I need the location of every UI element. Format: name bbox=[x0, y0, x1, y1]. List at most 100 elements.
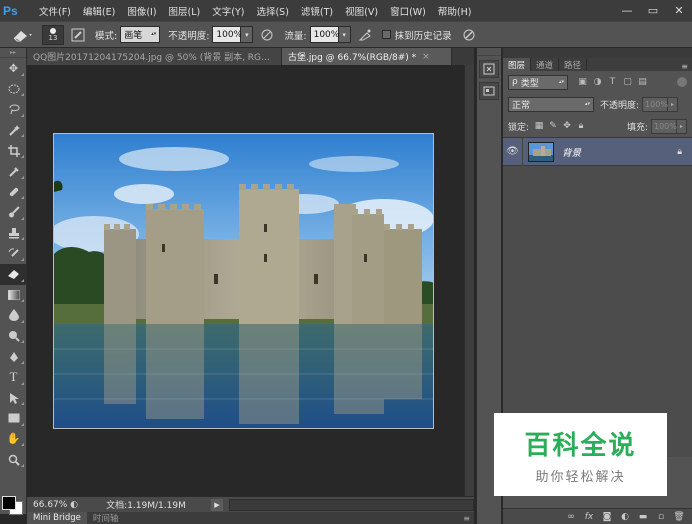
clone-stamp-tool[interactable] bbox=[0, 223, 27, 244]
flow-input[interactable]: 100% bbox=[309, 26, 339, 43]
mode-select[interactable]: 画笔 bbox=[120, 26, 161, 43]
toolbar-grip[interactable]: ▸▸ bbox=[0, 48, 26, 58]
watermark-badge: 百科全说 助你轻松解决 bbox=[494, 413, 667, 496]
dock-grip[interactable] bbox=[477, 48, 501, 56]
type-tool[interactable]: T bbox=[0, 367, 27, 388]
lock-position-icon[interactable]: ✥ bbox=[560, 119, 574, 133]
new-layer-icon[interactable]: ▫ bbox=[652, 512, 670, 522]
layer-filter-select[interactable]: ρ 类型 bbox=[508, 74, 568, 90]
foreground-color-swatch[interactable] bbox=[2, 496, 16, 510]
menu-image[interactable]: 图像(I) bbox=[121, 4, 162, 18]
healing-brush-tool[interactable] bbox=[0, 182, 27, 203]
zoom-level[interactable]: 66.67% bbox=[27, 500, 67, 510]
layer-thumbnail[interactable] bbox=[528, 141, 554, 162]
vertical-scrollbar[interactable] bbox=[464, 65, 474, 496]
path-selection-tool[interactable] bbox=[0, 388, 27, 409]
crop-tool[interactable] bbox=[0, 140, 27, 161]
layers-panel-menu-icon[interactable]: ≡ bbox=[681, 62, 692, 71]
menu-view[interactable]: 视图(V) bbox=[339, 4, 384, 18]
tool-preset-picker[interactable] bbox=[6, 26, 38, 44]
hand-tool[interactable]: ✋ bbox=[0, 429, 27, 450]
filter-type-label: 类型 bbox=[520, 78, 539, 89]
close-button[interactable]: ✕ bbox=[666, 0, 692, 21]
lock-all-icon[interactable]: 🔒︎ bbox=[574, 119, 588, 133]
menu-window[interactable]: 窗口(W) bbox=[384, 4, 432, 18]
filter-shape-icon[interactable]: ▢ bbox=[621, 76, 634, 89]
filter-pixel-icon[interactable]: ▣ bbox=[576, 76, 589, 89]
brush-size-picker[interactable]: 13 bbox=[42, 24, 64, 45]
layer-opacity-arrow[interactable]: ▸ bbox=[668, 96, 679, 112]
visibility-eye-icon[interactable]: 👁︎ bbox=[503, 137, 523, 166]
color-swatches[interactable] bbox=[2, 492, 26, 515]
filter-toggle-icon[interactable] bbox=[677, 77, 687, 87]
brush-tool[interactable] bbox=[0, 202, 27, 223]
menu-select[interactable]: 选择(S) bbox=[250, 4, 294, 18]
airbrush-button[interactable] bbox=[356, 26, 374, 44]
history-panel-button[interactable] bbox=[479, 60, 499, 78]
filter-adjustment-icon[interactable]: ◑ bbox=[591, 76, 604, 89]
tab-paths[interactable]: 路径 bbox=[559, 58, 588, 71]
blur-tool[interactable] bbox=[0, 305, 27, 326]
zoom-tool[interactable] bbox=[0, 449, 27, 470]
tab-layers[interactable]: 图层 bbox=[503, 58, 532, 71]
add-mask-icon[interactable]: ◙ bbox=[598, 512, 616, 522]
menu-layer[interactable]: 图层(L) bbox=[163, 4, 207, 18]
canvas-area[interactable] bbox=[27, 65, 464, 496]
panel-menu-icon[interactable]: ≡ bbox=[463, 514, 470, 523]
layer-opacity-input[interactable]: 100% bbox=[642, 96, 669, 112]
delete-layer-icon[interactable]: 🗑︎ bbox=[670, 512, 688, 522]
tab-channels[interactable]: 通道 bbox=[531, 58, 560, 71]
opacity-input[interactable]: 100% bbox=[212, 26, 242, 43]
castle-photo[interactable] bbox=[53, 133, 434, 429]
filter-smart-object-icon[interactable]: ▤ bbox=[636, 76, 649, 89]
lock-image-pixels-icon[interactable]: ✎ bbox=[546, 119, 560, 133]
move-tool[interactable]: ✥ bbox=[0, 58, 27, 79]
brush-panel-toggle[interactable] bbox=[69, 26, 87, 44]
tab-mini-bridge[interactable]: Mini Bridge bbox=[27, 512, 87, 524]
status-bar: 66.67% ◐ 文档:1.19M/1.19M ▶ bbox=[27, 496, 474, 512]
blend-mode-select[interactable]: 正常 bbox=[508, 96, 594, 112]
status-menu-arrow[interactable]: ▶ bbox=[211, 498, 223, 511]
gradient-tool[interactable] bbox=[0, 285, 27, 306]
menu-edit[interactable]: 编辑(E) bbox=[77, 4, 121, 18]
history-brush-tool[interactable] bbox=[0, 243, 27, 264]
new-group-icon[interactable]: ▬ bbox=[634, 512, 652, 522]
restore-button[interactable]: ▭ bbox=[640, 0, 666, 21]
tab-qq-image[interactable]: QQ图片20171204175204.jpg @ 50% (背景 副本, RGB… bbox=[27, 48, 282, 65]
magic-wand-tool[interactable] bbox=[0, 120, 27, 141]
pen-tool[interactable] bbox=[0, 346, 27, 367]
properties-panel-button[interactable] bbox=[479, 82, 499, 100]
eyedropper-tool[interactable] bbox=[0, 161, 27, 182]
fill-arrow[interactable]: ▸ bbox=[677, 118, 687, 134]
eraser-tool[interactable] bbox=[0, 263, 27, 285]
layer-name[interactable]: 背景 bbox=[562, 145, 581, 159]
flow-dropdown-arrow[interactable]: ▾ bbox=[338, 26, 351, 43]
stamp-icon bbox=[8, 228, 19, 239]
layer-lock-icon: 🔒︎ bbox=[677, 146, 682, 157]
fill-input[interactable]: 100% bbox=[651, 118, 677, 134]
pressure-size-button[interactable] bbox=[460, 26, 478, 44]
lock-transparent-pixels-icon[interactable]: ▦ bbox=[532, 119, 546, 133]
adjustment-layer-icon[interactable]: ◐ bbox=[616, 512, 634, 522]
tab-timeline[interactable]: 时间轴 bbox=[87, 512, 125, 524]
shape-tool[interactable] bbox=[0, 408, 27, 429]
menu-help[interactable]: 帮助(H) bbox=[432, 4, 478, 18]
dodge-tool[interactable] bbox=[0, 326, 27, 347]
menu-filter[interactable]: 滤镜(T) bbox=[295, 4, 339, 18]
pressure-opacity-button[interactable] bbox=[258, 26, 276, 44]
horizontal-scrollbar[interactable] bbox=[229, 498, 474, 511]
layer-row-background[interactable]: 👁︎ 背景 🔒︎ bbox=[503, 137, 692, 166]
panel-header-bar[interactable] bbox=[503, 48, 692, 58]
layer-style-icon[interactable]: fx bbox=[580, 512, 598, 522]
opacity-dropdown-arrow[interactable]: ▾ bbox=[241, 26, 254, 43]
menu-type[interactable]: 文字(Y) bbox=[206, 4, 250, 18]
marquee-tool[interactable] bbox=[0, 79, 27, 100]
filter-type-icon[interactable]: T bbox=[606, 76, 619, 89]
menu-file[interactable]: 文件(F) bbox=[33, 4, 77, 18]
close-tab-icon[interactable]: × bbox=[422, 52, 430, 62]
tab-castle-image[interactable]: 古堡.jpg @ 66.7%(RGB/8#) * × bbox=[282, 48, 452, 65]
erase-history-checkbox[interactable] bbox=[381, 30, 391, 39]
minimize-button[interactable]: — bbox=[614, 0, 640, 21]
lasso-tool[interactable] bbox=[0, 99, 27, 120]
link-layers-icon[interactable]: ∞ bbox=[562, 512, 580, 522]
